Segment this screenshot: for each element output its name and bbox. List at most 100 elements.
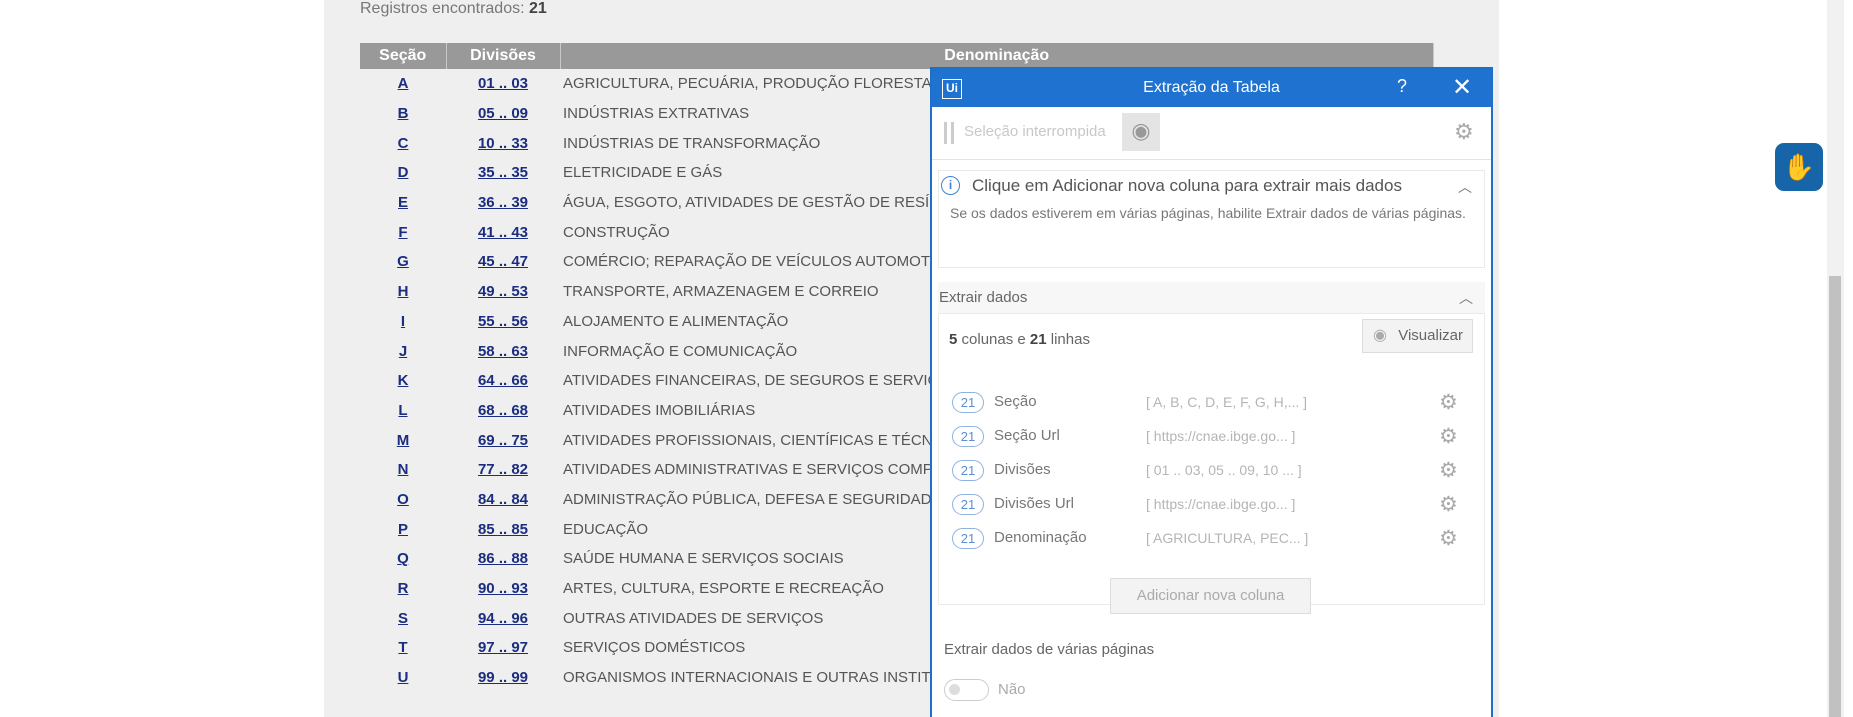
divisoes-link[interactable]: 68 .. 68 [478, 402, 528, 419]
divisoes-link[interactable]: 05 .. 09 [478, 105, 528, 122]
divisoes-link[interactable]: 10 .. 33 [478, 135, 528, 152]
dialog-toolbar: Seleção interrompida ◉ ⚙ [932, 107, 1491, 160]
preview-button[interactable]: ◉ Visualizar [1362, 319, 1473, 353]
multi-page-toggle[interactable] [944, 679, 989, 701]
column-count-badge: 21 [952, 528, 984, 549]
column-preview: [ 01 .. 03, 05 .. 09, 10 ... ] [1146, 462, 1302, 478]
secao-link[interactable]: M [397, 432, 410, 449]
info-panel: i Clique em Adicionar nova coluna para e… [938, 170, 1485, 268]
divisoes-link[interactable]: 01 .. 03 [478, 75, 528, 92]
cell-divisoes: 49 .. 53 [446, 277, 560, 307]
divisoes-link[interactable]: 77 .. 82 [478, 461, 528, 478]
divisoes-link[interactable]: 97 .. 97 [478, 639, 528, 656]
scrollbar-thumb[interactable] [1829, 276, 1841, 717]
header-divisoes: Divisões [446, 43, 561, 69]
secao-link[interactable]: E [398, 194, 408, 211]
cell-secao: O [360, 485, 446, 515]
column-name: Denominação [994, 529, 1087, 546]
extract-data-panel: 5 colunas e 21 linhas ◉ Visualizar 21 Seç… [938, 313, 1485, 605]
records-found: Registros encontrados: 21 [360, 0, 547, 17]
extract-column-row: 21 Divisões Url [ https://cnae.ibge.go... … [939, 492, 1484, 522]
divisoes-link[interactable]: 58 .. 63 [478, 343, 528, 360]
divisoes-link[interactable]: 94 .. 96 [478, 610, 528, 627]
chevron-up-icon[interactable]: ︿ [1458, 177, 1472, 197]
cell-divisoes: 35 .. 35 [446, 158, 560, 188]
gear-icon[interactable]: ⚙ [1439, 526, 1458, 551]
divisoes-link[interactable]: 49 .. 53 [478, 283, 528, 300]
scrollbar[interactable] [1827, 0, 1844, 717]
secao-link[interactable]: R [398, 580, 409, 597]
cell-secao: J [360, 336, 446, 366]
secao-link[interactable]: T [398, 639, 407, 656]
column-count-badge: 21 [952, 392, 984, 413]
divisoes-link[interactable]: 55 .. 56 [478, 313, 528, 330]
secao-link[interactable]: N [398, 461, 409, 478]
divisoes-link[interactable]: 36 .. 39 [478, 194, 528, 211]
secao-link[interactable]: Q [397, 550, 409, 567]
secao-link[interactable]: I [401, 313, 405, 330]
sign-language-icon[interactable]: ✋ [1775, 143, 1823, 191]
divisoes-link[interactable]: 69 .. 75 [478, 432, 528, 449]
cell-secao: L [360, 396, 446, 426]
column-preview: [ A, B, C, D, E, F, G, H,... ] [1146, 394, 1308, 410]
selection-status: Seleção interrompida [964, 123, 1106, 140]
gear-icon[interactable]: ⚙ [1439, 458, 1458, 483]
divisoes-link[interactable]: 45 .. 47 [478, 253, 528, 270]
column-preview: [ https://cnae.ibge.go... ] [1146, 496, 1296, 512]
divisoes-link[interactable]: 85 .. 85 [478, 521, 528, 538]
divisoes-link[interactable]: 86 .. 88 [478, 550, 528, 567]
secao-link[interactable]: P [398, 521, 408, 538]
secao-link[interactable]: H [398, 283, 409, 300]
cell-secao: Q [360, 544, 446, 574]
cell-divisoes: 45 .. 47 [446, 247, 560, 277]
column-name: Seção Url [994, 427, 1060, 444]
secao-link[interactable]: J [399, 343, 407, 360]
secao-link[interactable]: U [398, 669, 409, 686]
secao-link[interactable]: L [398, 402, 407, 419]
gear-icon[interactable]: ⚙ [1439, 424, 1458, 449]
cell-divisoes: 55 .. 56 [446, 307, 560, 337]
secao-link[interactable]: A [398, 75, 409, 92]
cell-divisoes: 64 .. 66 [446, 366, 560, 396]
secao-link[interactable]: S [398, 610, 408, 627]
secao-link[interactable]: K [398, 372, 409, 389]
cell-secao: B [360, 99, 446, 129]
secao-link[interactable]: D [398, 164, 409, 181]
secao-link[interactable]: O [397, 491, 409, 508]
info-header[interactable]: i Clique em Adicionar nova coluna para e… [939, 171, 1484, 200]
divisoes-link[interactable]: 41 .. 43 [478, 224, 528, 241]
table-extraction-dialog: Ui Extração da Tabela ? ✕ Seleção interr… [930, 67, 1493, 717]
divisoes-link[interactable]: 64 .. 66 [478, 372, 528, 389]
divisoes-link[interactable]: 90 .. 93 [478, 580, 528, 597]
cell-secao: R [360, 574, 446, 604]
cell-divisoes: 69 .. 75 [446, 425, 560, 455]
close-icon[interactable]: ✕ [1452, 73, 1472, 102]
cell-secao: E [360, 188, 446, 218]
divisoes-link[interactable]: 84 .. 84 [478, 491, 528, 508]
pause-icon[interactable] [944, 122, 954, 144]
cell-divisoes: 41 .. 43 [446, 217, 560, 247]
divisoes-link[interactable]: 99 .. 99 [478, 669, 528, 686]
gear-icon[interactable]: ⚙ [1454, 119, 1474, 145]
gear-icon[interactable]: ⚙ [1439, 492, 1458, 517]
cell-divisoes: 68 .. 68 [446, 396, 560, 426]
secao-link[interactable]: C [398, 135, 409, 152]
column-name: Seção [994, 393, 1037, 410]
secao-link[interactable]: B [398, 105, 409, 122]
gear-icon[interactable]: ⚙ [1439, 390, 1458, 415]
divisoes-link[interactable]: 35 .. 35 [478, 164, 528, 181]
cell-divisoes: 99 .. 99 [446, 663, 560, 693]
cell-divisoes: 85 .. 85 [446, 514, 560, 544]
add-column-button[interactable]: Adicionar nova coluna [1110, 578, 1311, 614]
extract-column-row: 21 Seção [ A, B, C, D, E, F, G, H,... ] ⚙ [939, 390, 1484, 420]
secao-link[interactable]: F [398, 224, 407, 241]
extract-data-header[interactable]: Extrair dados ︿ [938, 282, 1485, 313]
eye-icon[interactable]: ◉ [1122, 113, 1160, 151]
dialog-titlebar: Ui Extração da Tabela ? ✕ [932, 69, 1491, 107]
cell-secao: D [360, 158, 446, 188]
toggle-knob [949, 684, 960, 695]
cell-divisoes: 05 .. 09 [446, 99, 560, 129]
chevron-up-icon[interactable]: ︿ [1459, 288, 1473, 308]
help-icon[interactable]: ? [1397, 76, 1407, 97]
secao-link[interactable]: G [397, 253, 409, 270]
